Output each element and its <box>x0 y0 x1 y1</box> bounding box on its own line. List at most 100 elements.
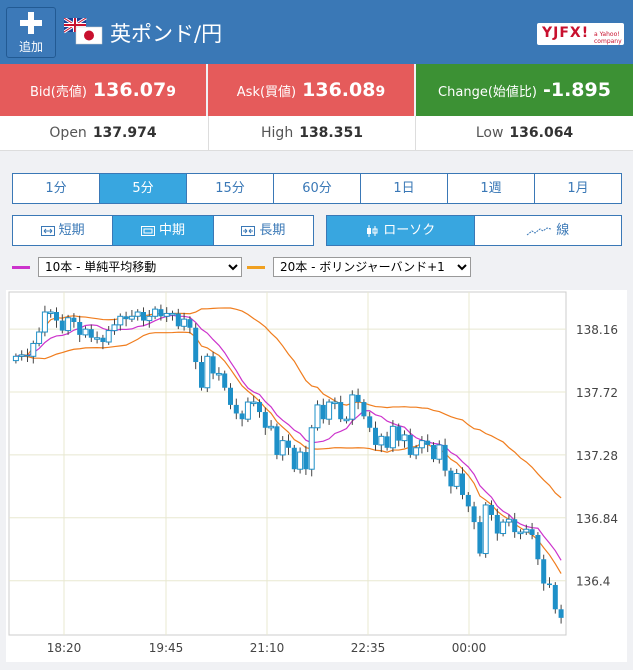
x-tick-label: 19:45 <box>149 641 184 655</box>
tab-short-term[interactable]: 短期 <box>13 216 114 245</box>
candle-body-up <box>389 425 396 449</box>
candle-body-down <box>257 402 262 413</box>
add-button[interactable]: 追加 <box>6 7 56 58</box>
candle-body-down <box>193 327 199 363</box>
candle-body-down <box>239 413 245 420</box>
candle-body-up <box>94 337 101 340</box>
ask-label: Ask(買値) <box>236 84 297 100</box>
x-tick-label: 00:00 <box>452 641 487 655</box>
ask-value: 136.089 <box>302 79 386 101</box>
tab-long-term[interactable]: 長期 <box>214 216 313 245</box>
candle-body-down <box>361 402 367 417</box>
y-tick-label: 138.16 <box>576 323 618 337</box>
long-range-icon <box>241 225 256 236</box>
timeframe-tabs: 1分 5分 15分 60分 1日 1週 1月 <box>12 173 622 204</box>
candle-body-down <box>158 309 164 317</box>
chart-type-tabs: ローソク 線 <box>326 215 622 246</box>
tab-1month[interactable]: 1月 <box>535 174 621 203</box>
change-label: Change(始値比) <box>438 84 537 100</box>
high-stat: High 138.351 <box>208 116 416 150</box>
candle-body-down <box>512 519 518 533</box>
candle-body-down <box>286 440 291 448</box>
tab-5min[interactable]: 5分 <box>100 174 187 203</box>
candle-body-down <box>425 440 431 445</box>
candle-body-down <box>141 312 146 321</box>
candle-body-down <box>552 584 558 610</box>
candle-body-up <box>12 355 19 362</box>
bb-select[interactable]: 20本 - ボリンジャーバンド+1 <box>273 257 471 277</box>
candle-body-down <box>123 316 129 320</box>
tab-line[interactable]: 線 <box>475 216 622 245</box>
candle-body-up <box>453 473 460 487</box>
candle-body-down <box>529 529 535 535</box>
candle-body-down <box>407 434 413 455</box>
candle-body-down <box>535 534 541 560</box>
tab-candlestick[interactable]: ローソク <box>327 216 475 245</box>
candle-body-down <box>367 416 373 428</box>
candle-body-up <box>349 394 356 420</box>
candle-body-up <box>18 354 25 357</box>
line-chart-icon <box>526 226 552 235</box>
candle-body-down <box>489 504 494 515</box>
candlestick-chart: 138.16 137.72 137.28 136.84 136.4 18:20 19:45 2… <box>8 291 618 655</box>
logo-subtext: a Yahoo! company <box>594 31 622 45</box>
candle-body-up <box>314 404 321 429</box>
candle-body-up <box>169 312 176 316</box>
tab-15min[interactable]: 15分 <box>187 174 274 203</box>
candle-body-up <box>105 330 112 343</box>
tab-1min[interactable]: 1分 <box>13 174 100 203</box>
price-stats: Open 137.974 High 138.351 Low 136.064 <box>0 116 633 151</box>
candle-body-up <box>331 401 338 405</box>
app-header: 追加 英ポンド/円 YJFX! a Yahoo! company <box>0 0 633 64</box>
low-stat: Low 136.064 <box>475 125 574 141</box>
candle-body-down <box>54 312 59 321</box>
candle-body-up <box>523 528 530 533</box>
candle-body-down <box>59 320 65 331</box>
candle-body-down <box>303 452 309 470</box>
y-tick-label: 136.4 <box>576 575 610 589</box>
mid-range-icon <box>140 225 155 236</box>
quote-bar: Bid(売値) 136.079 Ask(買値) 136.089 Change(始… <box>0 64 633 116</box>
candle-body-up <box>343 418 350 422</box>
candle-body-up <box>181 318 188 327</box>
candle-body-down <box>187 319 193 328</box>
add-button-label: 追加 <box>18 40 43 54</box>
candle-body-down <box>547 583 552 586</box>
plot-area <box>8 291 567 636</box>
tab-mid-term[interactable]: 中期 <box>113 216 214 245</box>
ma-select[interactable]: 10本 - 単純平均移動 <box>38 257 242 277</box>
candle-body-down <box>100 337 106 343</box>
candle-body-up <box>36 331 43 344</box>
tab-1week[interactable]: 1週 <box>448 174 535 203</box>
candle-body-down <box>77 322 83 335</box>
candle-body-up <box>250 401 257 405</box>
candle-body-up <box>326 401 333 420</box>
candle-body-down <box>431 444 436 460</box>
ma-indicator: 10本 - 単純平均移動 <box>12 257 242 277</box>
candle-body-up <box>297 451 304 470</box>
currency-pair-title: 英ポンド/円 <box>110 22 223 46</box>
candle-body-up <box>500 521 507 535</box>
candle-body-down <box>222 373 228 388</box>
candle-body-down <box>471 506 477 523</box>
candle-body-up <box>204 355 211 389</box>
y-tick-label: 137.28 <box>576 449 618 463</box>
candle-body-down <box>355 394 361 403</box>
tab-1day[interactable]: 1日 <box>361 174 448 203</box>
candle-body-up <box>244 401 251 420</box>
candle-body-up <box>308 427 315 470</box>
candle-body-up <box>163 312 170 317</box>
candle-body-up <box>41 311 48 333</box>
candle-body-up <box>146 315 153 322</box>
candle-body-up <box>482 504 489 555</box>
price-chart[interactable]: 138.16 137.72 137.28 136.84 136.4 18:20 19:45 2… <box>6 290 627 662</box>
candle-body-down <box>448 470 454 487</box>
candle-body-up <box>401 434 408 442</box>
x-tick-label: 21:10 <box>250 641 285 655</box>
candle-body-down <box>396 426 402 441</box>
x-tick-label: 18:20 <box>47 641 82 655</box>
gbp-jpy-flags-icon <box>64 18 103 45</box>
plus-icon <box>20 12 42 34</box>
bb-indicator: 20本 - ボリンジャーバンド+1 <box>247 257 472 277</box>
tab-60min[interactable]: 60分 <box>274 174 361 203</box>
